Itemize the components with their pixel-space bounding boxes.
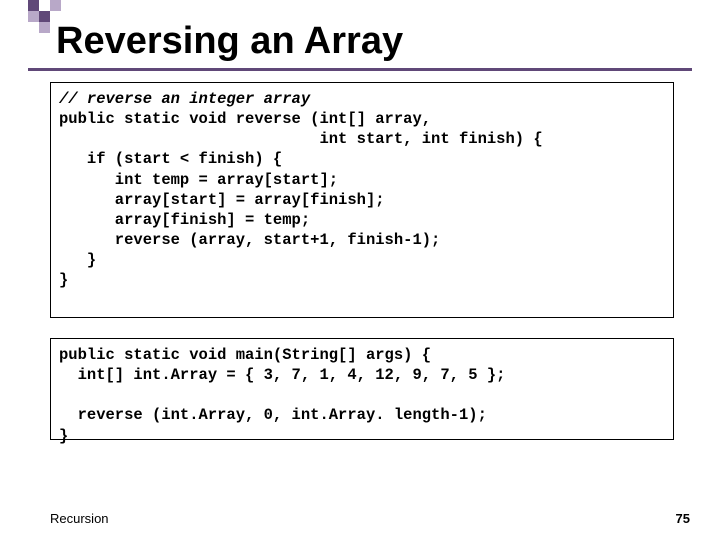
code-line: } — [59, 251, 96, 269]
code-line: array[finish] = temp; — [59, 211, 310, 229]
code-line: int temp = array[start]; — [59, 171, 338, 189]
code-line: } — [59, 427, 68, 445]
code-comment: // reverse an integer array — [59, 90, 310, 108]
footer-topic: Recursion — [50, 511, 109, 526]
code-line: reverse (array, start+1, finish-1); — [59, 231, 440, 249]
code-line: public static void reverse (int[] array, — [59, 110, 431, 128]
title-underline — [28, 68, 692, 71]
code-line: int[] int.Array = { 3, 7, 1, 4, 12, 9, 7… — [59, 366, 505, 384]
code-line: int start, int finish) { — [59, 130, 543, 148]
code-line: reverse (int.Array, 0, int.Array. length… — [59, 406, 487, 424]
slide-title: Reversing an Array — [56, 20, 403, 63]
code-line: if (start < finish) { — [59, 150, 282, 168]
page-number: 75 — [676, 511, 690, 526]
code-block-main: public static void main(String[] args) {… — [50, 338, 674, 440]
code-line: public static void main(String[] args) { — [59, 346, 431, 364]
code-block-reverse: // reverse an integer array public stati… — [50, 82, 674, 318]
code-line: } — [59, 271, 68, 289]
code-line: array[start] = array[finish]; — [59, 191, 385, 209]
